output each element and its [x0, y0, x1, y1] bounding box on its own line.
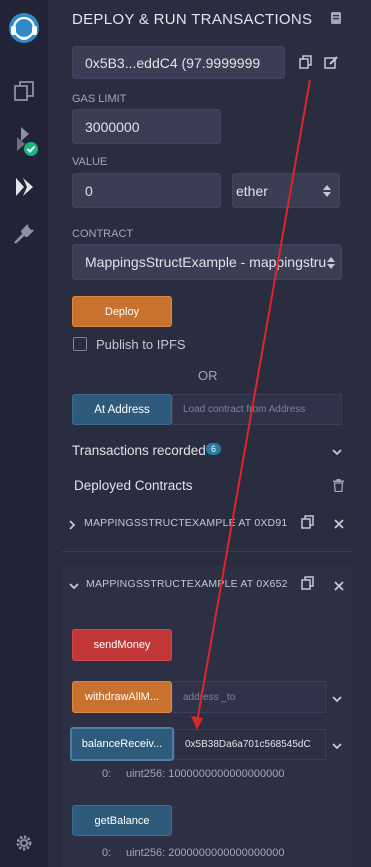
- chevron-down-icon[interactable]: [69, 579, 79, 594]
- chevron-down-icon[interactable]: [332, 445, 342, 460]
- plugin-manager-icon[interactable]: [0, 219, 48, 249]
- contract-sort-icon: [327, 256, 335, 273]
- account-select[interactable]: 0x5B3...eddC4 (97.9999999: [72, 46, 285, 79]
- create-account-icon[interactable]: [324, 55, 338, 72]
- documentation-icon[interactable]: [329, 11, 343, 28]
- withdraw-all-money-button[interactable]: withdrawAllM...: [72, 681, 172, 713]
- trash-icon[interactable]: [333, 479, 344, 495]
- close-icon[interactable]: [334, 579, 344, 594]
- deployed-contracts-label: Deployed Contracts: [74, 478, 193, 493]
- transactions-recorded-label[interactable]: Transactions recorded: [72, 443, 206, 458]
- get-balance-output: uint256: 2000000000000000000: [126, 847, 285, 859]
- contract-selected: MappingsStructExample - mappingstru: [85, 254, 327, 270]
- chevron-right-icon[interactable]: [68, 518, 76, 533]
- value-unit-select[interactable]: ether: [232, 173, 340, 208]
- value-amount: 0: [85, 182, 93, 199]
- value-label: VALUE: [72, 156, 108, 168]
- publish-ipfs-label: Publish to IPFS: [96, 337, 186, 352]
- icon-panel: [0, 0, 48, 867]
- publish-ipfs-checkbox[interactable]: [73, 337, 87, 351]
- copy-address-icon[interactable]: [301, 515, 315, 532]
- balance-received-output: uint256: 1000000000000000000: [126, 768, 285, 780]
- deploy-button[interactable]: Deploy: [72, 296, 172, 327]
- remix-logo-icon[interactable]: [0, 6, 48, 50]
- at-address-input[interactable]: Load contract from Address: [172, 394, 342, 425]
- output-index: 0:: [102, 768, 112, 780]
- chevron-down-icon[interactable]: [332, 692, 342, 707]
- get-balance-button[interactable]: getBalance: [72, 805, 172, 836]
- instance-title[interactable]: MAPPINGSSTRUCTEXAMPLE AT 0XD91: [84, 517, 294, 529]
- gas-limit-value: 3000000: [85, 118, 140, 135]
- or-separator: OR: [198, 368, 218, 383]
- close-icon[interactable]: [334, 517, 344, 532]
- output-index: 0:: [102, 847, 112, 859]
- value-input[interactable]: 0: [72, 173, 221, 208]
- panel-title: DEPLOY & RUN TRANSACTIONS: [72, 11, 313, 28]
- copy-address-icon[interactable]: [301, 576, 315, 593]
- account-value: 0x5B3...eddC4 (97.9999999: [85, 54, 261, 71]
- instances-divider: [62, 551, 352, 552]
- at-address-button[interactable]: At Address: [72, 394, 172, 425]
- file-explorer-icon[interactable]: [0, 76, 48, 106]
- instance-title[interactable]: MAPPINGSSTRUCTEXAMPLE AT 0X652: [86, 578, 294, 590]
- balance-received-button[interactable]: balanceReceiv...: [70, 727, 174, 761]
- gas-limit-input[interactable]: 3000000: [72, 109, 221, 144]
- gas-limit-label: GAS LIMIT: [72, 93, 127, 105]
- contract-label: CONTRACT: [72, 228, 134, 240]
- chevron-down-icon[interactable]: [332, 739, 342, 754]
- send-money-button[interactable]: sendMoney: [72, 629, 172, 661]
- value-unit: ether: [236, 182, 268, 199]
- copy-account-icon[interactable]: [299, 55, 313, 72]
- deploy-run-panel: DEPLOY & RUN TRANSACTIONS 0x5B3...eddC4 …: [48, 0, 371, 867]
- transactions-count-badge: 6: [206, 443, 222, 455]
- settings-icon[interactable]: [0, 830, 48, 856]
- deploy-run-icon[interactable]: [0, 172, 48, 202]
- unit-sort-icon: [323, 184, 331, 201]
- withdraw-to-input[interactable]: address _to: [172, 681, 326, 713]
- balance-received-input[interactable]: 0x5B38Da6a701c568545dC: [174, 729, 326, 760]
- contract-select[interactable]: MappingsStructExample - mappingstru: [72, 244, 342, 280]
- compiler-icon[interactable]: [0, 124, 48, 158]
